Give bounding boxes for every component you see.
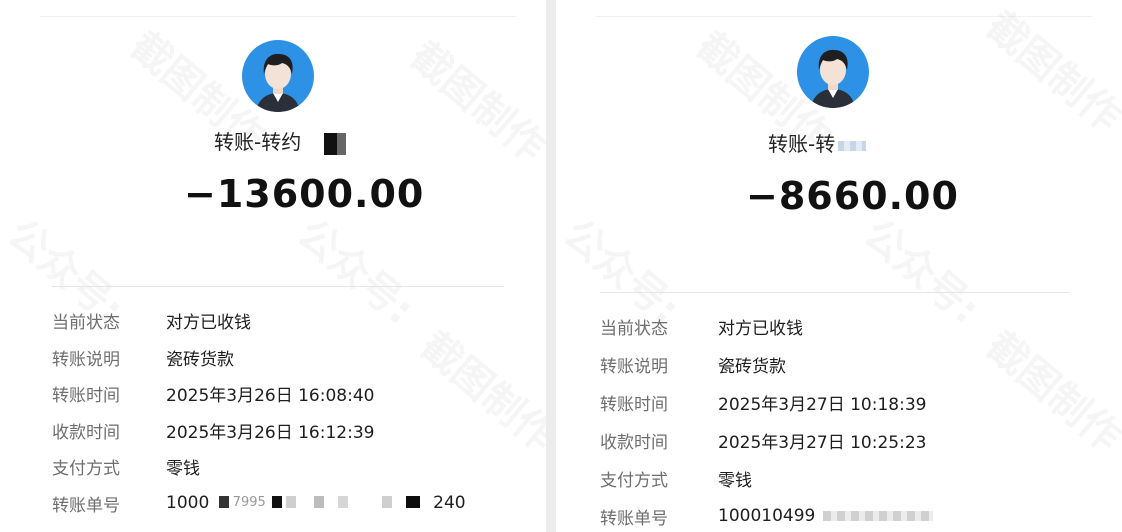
detail-label: 转账单号 (52, 495, 120, 516)
detail-row-transfer-time: 转账时间 2025年3月26日 16:08:40 (52, 380, 374, 406)
watermark-text: 公众号: (854, 210, 989, 334)
detail-value: 2025年3月26日 16:08:40 (166, 385, 375, 406)
payee-name: 转账-转 (768, 128, 866, 157)
section-divider (600, 292, 1070, 293)
detail-row-receive-time: 收款时间 2025年3月26日 16:12:39 (52, 417, 374, 443)
detail-value: 对方已收钱 (166, 312, 251, 333)
detail-label: 收款时间 (52, 422, 120, 443)
top-divider (40, 16, 516, 17)
detail-row-payment-method: 支付方式 零钱 (52, 453, 200, 479)
detail-label: 转账单号 (600, 508, 668, 529)
detail-row-status: 当前状态 对方已收钱 (52, 307, 251, 333)
top-divider (596, 16, 1092, 17)
avatar-icon (797, 36, 869, 108)
detail-row-note: 转账说明 瓷砖货款 (600, 351, 786, 377)
detail-value: 2025年3月26日 16:12:39 (166, 422, 375, 443)
redacted-mosaic: 7995 (218, 495, 424, 510)
detail-row-transfer-id: 转账单号 1000 7995 240 (52, 490, 466, 516)
watermark-text: 公众号: (288, 210, 423, 334)
transfer-amount: −8660.00 (746, 174, 959, 218)
detail-row-payment-method: 支付方式 零钱 (600, 465, 752, 491)
redacted-mosaic (837, 140, 866, 151)
avatar-icon (242, 40, 314, 112)
detail-row-note: 转账说明 瓷砖货款 (52, 344, 234, 370)
transfer-id-value[interactable]: 100010499 (718, 506, 933, 526)
detail-row-transfer-time: 转账时间 2025年3月27日 10:18:39 (600, 389, 926, 415)
transfer-detail-panel-right: 截图制作 截图制作 公众号: 公众号: 截图制作 转账-转 −8660.00 当… (556, 0, 1122, 532)
detail-value: 零钱 (718, 470, 752, 491)
redacted-mosaic (822, 511, 933, 521)
detail-label: 转账时间 (600, 394, 668, 415)
transfer-amount: −13600.00 (184, 172, 425, 216)
detail-label: 当前状态 (600, 318, 668, 339)
detail-row-transfer-id: 转账单号 100010499 (600, 503, 933, 529)
detail-value: 对方已收钱 (718, 318, 803, 339)
detail-label: 支付方式 (52, 458, 120, 479)
watermark-text: 截图制作 (411, 323, 546, 462)
watermark-text: 截图制作 (977, 323, 1122, 462)
detail-label: 转账说明 (600, 356, 668, 377)
detail-label: 转账说明 (52, 349, 120, 370)
detail-value: 瓷砖货款 (718, 356, 786, 377)
watermark-text: 截图制作 (977, 3, 1122, 142)
transfer-id-value[interactable]: 1000 7995 240 (166, 493, 466, 513)
redacted-mosaic (323, 132, 346, 155)
watermark-text: 截图制作 (401, 33, 546, 172)
payee-name: 转账-转约 (214, 126, 346, 155)
detail-row-receive-time: 收款时间 2025年3月27日 10:25:23 (600, 427, 926, 453)
detail-value: 零钱 (166, 458, 200, 479)
detail-label: 支付方式 (600, 470, 668, 491)
detail-label: 当前状态 (52, 312, 120, 333)
transfer-detail-panel-left: 截图制作 截图制作 公众号: 公众号: 截图制作 转账-转约 −13600.00… (0, 0, 546, 532)
detail-value: 2025年3月27日 10:18:39 (718, 394, 927, 415)
detail-label: 转账时间 (52, 385, 120, 406)
detail-value: 瓷砖货款 (166, 349, 234, 370)
section-divider (52, 286, 504, 287)
detail-value: 2025年3月27日 10:25:23 (718, 432, 927, 453)
detail-label: 收款时间 (600, 432, 668, 453)
detail-row-status: 当前状态 对方已收钱 (600, 313, 803, 339)
